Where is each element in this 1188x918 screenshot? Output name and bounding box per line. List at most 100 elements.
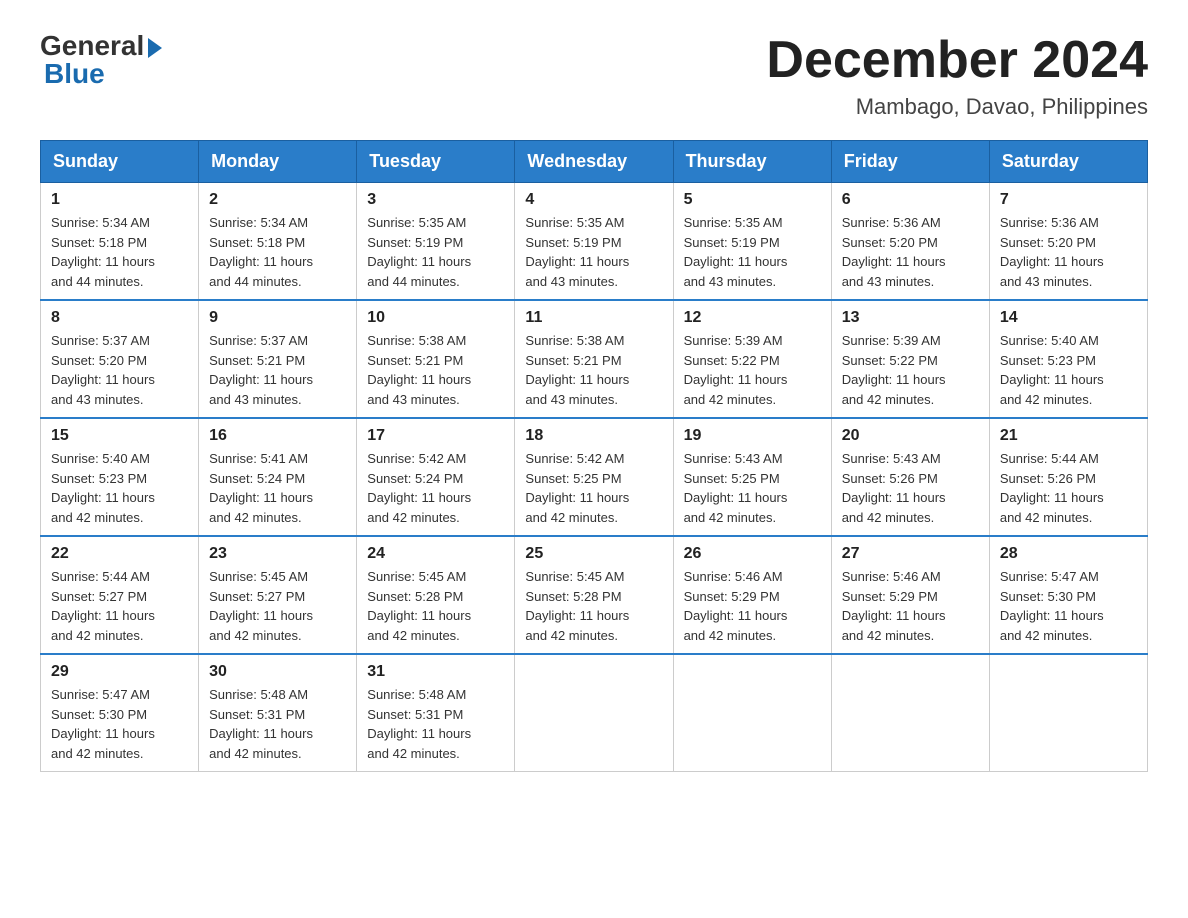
logo-blue-text: Blue bbox=[44, 58, 105, 90]
day-number: 25 bbox=[525, 545, 662, 563]
day-number: 8 bbox=[51, 309, 188, 327]
calendar-cell: 4 Sunrise: 5:35 AMSunset: 5:19 PMDaylight… bbox=[515, 183, 673, 301]
calendar-cell: 26 Sunrise: 5:46 AMSunset: 5:29 PMDayligh… bbox=[673, 536, 831, 654]
calendar-cell: 27Sunrise: 5:46 AMSunset: 5:29 PMDayligh… bbox=[831, 536, 989, 654]
calendar-cell: 21 Sunrise: 5:44 AMSunset: 5:26 PMDayligh… bbox=[989, 418, 1147, 536]
day-info: Sunrise: 5:48 AMSunset: 5:31 PMDaylight:… bbox=[209, 685, 346, 763]
day-info: Sunrise: 5:44 AMSunset: 5:26 PMDaylight:… bbox=[1000, 449, 1137, 527]
day-info: Sunrise: 5:43 AMSunset: 5:26 PMDaylight:… bbox=[842, 449, 979, 527]
day-number: 29 bbox=[51, 663, 188, 681]
day-number: 9 bbox=[209, 309, 346, 327]
day-number: 12 bbox=[684, 309, 821, 327]
day-info: Sunrise: 5:36 AMSunset: 5:20 PMDaylight:… bbox=[1000, 213, 1137, 291]
calendar-cell: 25 Sunrise: 5:45 AMSunset: 5:28 PMDayligh… bbox=[515, 536, 673, 654]
calendar-cell bbox=[515, 654, 673, 772]
day-info: Sunrise: 5:39 AMSunset: 5:22 PMDaylight:… bbox=[684, 331, 821, 409]
column-header-tuesday: Tuesday bbox=[357, 141, 515, 183]
calendar-cell: 12 Sunrise: 5:39 AMSunset: 5:22 PMDayligh… bbox=[673, 300, 831, 418]
day-number: 28 bbox=[1000, 545, 1137, 563]
day-info: Sunrise: 5:45 AMSunset: 5:28 PMDaylight:… bbox=[525, 567, 662, 645]
day-number: 26 bbox=[684, 545, 821, 563]
calendar-cell bbox=[673, 654, 831, 772]
month-title: December 2024 bbox=[766, 30, 1148, 90]
day-info: Sunrise: 5:42 AMSunset: 5:24 PMDaylight:… bbox=[367, 449, 504, 527]
day-info: Sunrise: 5:43 AMSunset: 5:25 PMDaylight:… bbox=[684, 449, 821, 527]
day-number: 6 bbox=[842, 191, 979, 209]
calendar-cell: 18 Sunrise: 5:42 AMSunset: 5:25 PMDayligh… bbox=[515, 418, 673, 536]
day-number: 20 bbox=[842, 427, 979, 445]
day-info: Sunrise: 5:35 AMSunset: 5:19 PMDaylight:… bbox=[367, 213, 504, 291]
day-info: Sunrise: 5:35 AMSunset: 5:19 PMDaylight:… bbox=[525, 213, 662, 291]
calendar-cell: 17 Sunrise: 5:42 AMSunset: 5:24 PMDayligh… bbox=[357, 418, 515, 536]
day-number: 21 bbox=[1000, 427, 1137, 445]
calendar-week-4: 22 Sunrise: 5:44 AMSunset: 5:27 PMDayligh… bbox=[41, 536, 1148, 654]
calendar-cell: 11 Sunrise: 5:38 AMSunset: 5:21 PMDayligh… bbox=[515, 300, 673, 418]
day-info: Sunrise: 5:47 AMSunset: 5:30 PMDaylight:… bbox=[1000, 567, 1137, 645]
day-info: Sunrise: 5:47 AMSunset: 5:30 PMDaylight:… bbox=[51, 685, 188, 763]
day-info: Sunrise: 5:37 AMSunset: 5:21 PMDaylight:… bbox=[209, 331, 346, 409]
day-number: 11 bbox=[525, 309, 662, 327]
day-info: Sunrise: 5:45 AMSunset: 5:28 PMDaylight:… bbox=[367, 567, 504, 645]
calendar-cell: 16 Sunrise: 5:41 AMSunset: 5:24 PMDayligh… bbox=[199, 418, 357, 536]
day-number: 2 bbox=[209, 191, 346, 209]
day-info: Sunrise: 5:46 AMSunset: 5:29 PMDaylight:… bbox=[684, 567, 821, 645]
day-number: 17 bbox=[367, 427, 504, 445]
calendar-cell: 2 Sunrise: 5:34 AMSunset: 5:18 PMDaylight… bbox=[199, 183, 357, 301]
day-info: Sunrise: 5:41 AMSunset: 5:24 PMDaylight:… bbox=[209, 449, 346, 527]
location: Mambago, Davao, Philippines bbox=[766, 94, 1148, 120]
day-number: 22 bbox=[51, 545, 188, 563]
day-number: 13 bbox=[842, 309, 979, 327]
calendar-cell: 24 Sunrise: 5:45 AMSunset: 5:28 PMDayligh… bbox=[357, 536, 515, 654]
calendar-week-3: 15 Sunrise: 5:40 AMSunset: 5:23 PMDayligh… bbox=[41, 418, 1148, 536]
day-number: 7 bbox=[1000, 191, 1137, 209]
calendar-cell: 20 Sunrise: 5:43 AMSunset: 5:26 PMDayligh… bbox=[831, 418, 989, 536]
day-number: 5 bbox=[684, 191, 821, 209]
day-number: 15 bbox=[51, 427, 188, 445]
calendar-cell: 19 Sunrise: 5:43 AMSunset: 5:25 PMDayligh… bbox=[673, 418, 831, 536]
day-info: Sunrise: 5:38 AMSunset: 5:21 PMDaylight:… bbox=[367, 331, 504, 409]
calendar-cell: 14Sunrise: 5:40 AMSunset: 5:23 PMDayligh… bbox=[989, 300, 1147, 418]
calendar-week-1: 1Sunrise: 5:34 AMSunset: 5:18 PMDaylight… bbox=[41, 183, 1148, 301]
day-info: Sunrise: 5:42 AMSunset: 5:25 PMDaylight:… bbox=[525, 449, 662, 527]
day-info: Sunrise: 5:34 AMSunset: 5:18 PMDaylight:… bbox=[209, 213, 346, 291]
page-container: General Blue December 2024 Mambago, Dava… bbox=[0, 0, 1188, 802]
calendar-cell: 5 Sunrise: 5:35 AMSunset: 5:19 PMDaylight… bbox=[673, 183, 831, 301]
day-number: 30 bbox=[209, 663, 346, 681]
calendar-table: SundayMondayTuesdayWednesdayThursdayFrid… bbox=[40, 140, 1148, 772]
header: General Blue December 2024 Mambago, Dava… bbox=[40, 30, 1148, 120]
day-info: Sunrise: 5:35 AMSunset: 5:19 PMDaylight:… bbox=[684, 213, 821, 291]
day-number: 31 bbox=[367, 663, 504, 681]
day-info: Sunrise: 5:40 AMSunset: 5:23 PMDaylight:… bbox=[51, 449, 188, 527]
day-number: 23 bbox=[209, 545, 346, 563]
calendar-week-2: 8 Sunrise: 5:37 AMSunset: 5:20 PMDaylight… bbox=[41, 300, 1148, 418]
day-number: 27 bbox=[842, 545, 979, 563]
day-info: Sunrise: 5:48 AMSunset: 5:31 PMDaylight:… bbox=[367, 685, 504, 763]
day-number: 14 bbox=[1000, 309, 1137, 327]
title-section: December 2024 Mambago, Davao, Philippine… bbox=[766, 30, 1148, 120]
calendar-cell: 29 Sunrise: 5:47 AMSunset: 5:30 PMDayligh… bbox=[41, 654, 199, 772]
day-info: Sunrise: 5:37 AMSunset: 5:20 PMDaylight:… bbox=[51, 331, 188, 409]
day-number: 3 bbox=[367, 191, 504, 209]
day-info: Sunrise: 5:34 AMSunset: 5:18 PMDaylight:… bbox=[51, 213, 188, 291]
calendar-cell: 28 Sunrise: 5:47 AMSunset: 5:30 PMDayligh… bbox=[989, 536, 1147, 654]
calendar-cell: 1Sunrise: 5:34 AMSunset: 5:18 PMDaylight… bbox=[41, 183, 199, 301]
calendar-cell: 9 Sunrise: 5:37 AMSunset: 5:21 PMDaylight… bbox=[199, 300, 357, 418]
day-number: 4 bbox=[525, 191, 662, 209]
column-header-friday: Friday bbox=[831, 141, 989, 183]
logo-arrow-icon bbox=[148, 38, 162, 58]
calendar-cell: 23Sunrise: 5:45 AMSunset: 5:27 PMDayligh… bbox=[199, 536, 357, 654]
day-info: Sunrise: 5:44 AMSunset: 5:27 PMDaylight:… bbox=[51, 567, 188, 645]
day-number: 19 bbox=[684, 427, 821, 445]
calendar-cell: 6Sunrise: 5:36 AMSunset: 5:20 PMDaylight… bbox=[831, 183, 989, 301]
calendar-cell: 3 Sunrise: 5:35 AMSunset: 5:19 PMDaylight… bbox=[357, 183, 515, 301]
column-header-wednesday: Wednesday bbox=[515, 141, 673, 183]
calendar-cell: 30 Sunrise: 5:48 AMSunset: 5:31 PMDayligh… bbox=[199, 654, 357, 772]
day-number: 18 bbox=[525, 427, 662, 445]
calendar-week-5: 29 Sunrise: 5:47 AMSunset: 5:30 PMDayligh… bbox=[41, 654, 1148, 772]
calendar-cell bbox=[831, 654, 989, 772]
day-info: Sunrise: 5:39 AMSunset: 5:22 PMDaylight:… bbox=[842, 331, 979, 409]
day-number: 24 bbox=[367, 545, 504, 563]
day-info: Sunrise: 5:38 AMSunset: 5:21 PMDaylight:… bbox=[525, 331, 662, 409]
calendar-cell: 22 Sunrise: 5:44 AMSunset: 5:27 PMDayligh… bbox=[41, 536, 199, 654]
day-number: 16 bbox=[209, 427, 346, 445]
